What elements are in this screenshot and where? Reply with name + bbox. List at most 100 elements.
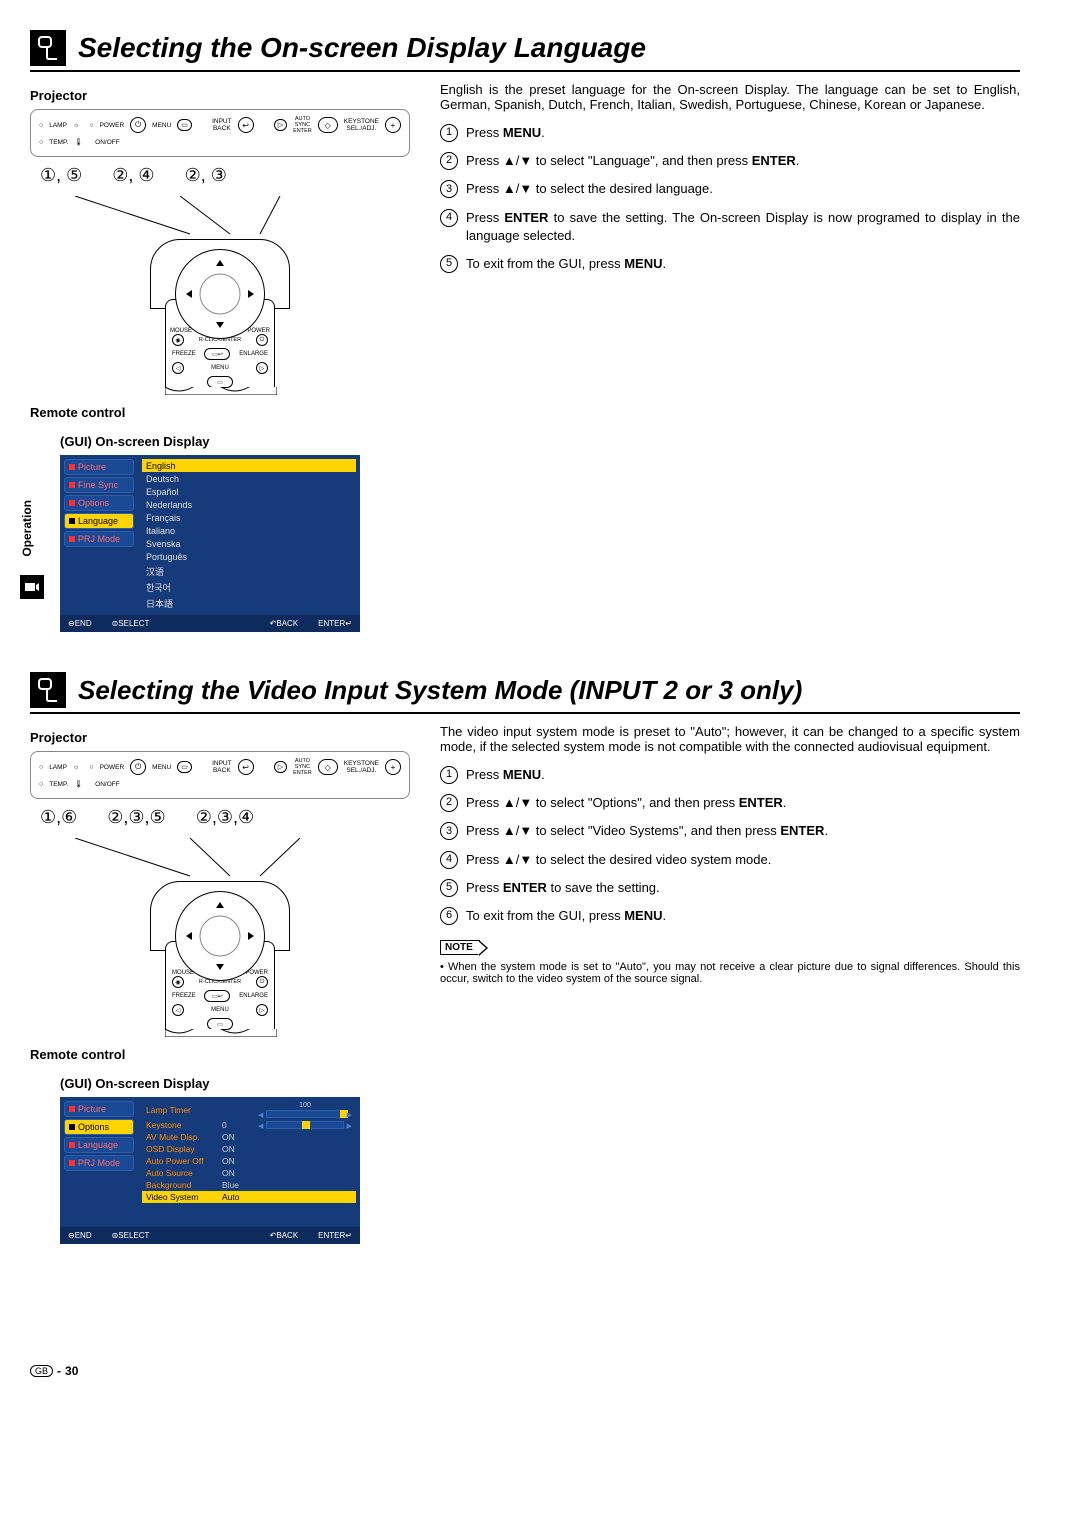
gui-option-row: Keystone0◀▶	[142, 1119, 356, 1131]
step-item: 4 Press ▲/▼ to select the desired video s…	[440, 851, 1020, 869]
gui-option-row: OSD DisplayON	[142, 1143, 356, 1155]
gui-language-item: Italiano	[142, 524, 356, 537]
step-item: 3Press ▲/▼ to select "Video Systems", an…	[440, 822, 1020, 840]
gui-language-item: Svenska	[142, 537, 356, 550]
side-tab-operation: Operation	[20, 500, 34, 557]
torn-edge-icon	[165, 387, 277, 395]
step-text: Press ▲/▼ to select the desired video sy…	[466, 851, 1020, 869]
projector-illustration: ○LAMP☼ ○POWER ⏻ MENU ▭ INPUTBACK ↩ ▷ AUT…	[30, 109, 410, 157]
right-icon: ▷	[256, 362, 268, 374]
gui-option-row: AV Mute Disp.ON	[142, 1131, 356, 1143]
gui-tab: Fine Sync	[64, 477, 134, 493]
remote-illustration: MOUSE POWER ◉R-CLICK/ENTER⏻ FREEZE▭↩ENLA…	[120, 881, 320, 1041]
step-item: 2Press ▲/▼ to select "Options", and then…	[440, 794, 1020, 812]
step-number: 6	[440, 907, 458, 925]
gui-label: (GUI) On-screen Display	[60, 434, 410, 449]
step-number: 3	[440, 822, 458, 840]
gui-select: ⊜SELECT	[112, 619, 150, 628]
remote-label: Remote control	[30, 1047, 410, 1062]
intro-text: The video input system mode is preset to…	[440, 724, 1020, 754]
intro-text: English is the preset language for the O…	[440, 82, 1020, 112]
step-number: 5	[440, 879, 458, 897]
note-item: When the system mode is set to "Auto", y…	[440, 961, 1020, 985]
gui-tab: Picture	[64, 459, 134, 475]
step-number: 2	[440, 152, 458, 170]
step-text: Press ▲/▼ to select the desired language…	[466, 180, 1020, 198]
projector-illustration: ○LAMP☼ ○POWER ⏻ MENU ▭ INPUTBACK ↩ ▷ AUT…	[30, 751, 410, 799]
gui-language-item: 한국어	[142, 579, 356, 595]
menu-button-icon: ▭	[177, 119, 192, 131]
gui-option-row: Auto Power OffON	[142, 1155, 356, 1167]
step-item: 6 To exit from the GUI, press MENU.	[440, 907, 1020, 925]
remote-title-icon	[30, 672, 66, 708]
gui-language-item: Español	[142, 485, 356, 498]
step-text: To exit from the GUI, press MENU.	[466, 255, 1020, 273]
section-language: Selecting the On-screen Display Language…	[30, 30, 1020, 632]
step-number: 3	[440, 180, 458, 198]
gui-tab: Language	[64, 1137, 134, 1153]
left-icon: ◁	[172, 362, 184, 374]
gui-tab: Picture	[64, 1101, 134, 1117]
gui-sidebar: PictureFine SyncOptionsLanguagePRJ Mode	[60, 455, 138, 615]
steps-list: 1 Press MENU. 2 Press ▲/▼ to select "Langua…	[440, 124, 1020, 273]
gui-language-item: 汉语	[142, 563, 356, 579]
note-list: When the system mode is set to "Auto", y…	[440, 961, 1020, 985]
gui-end: ⊖END	[68, 1231, 92, 1240]
step-text: Press ENTER to save the setting. The On-…	[466, 209, 1020, 245]
plus-button-icon: +	[385, 117, 401, 133]
gui-end: ⊖END	[68, 619, 92, 628]
step-item: 1Press MENU.	[440, 766, 1020, 784]
page-number: 30	[65, 1364, 78, 1378]
freeze-back-button-icon: ▭↩	[204, 348, 230, 360]
step-number: 4	[440, 851, 458, 869]
gui-enter: ENTER↵	[318, 1231, 352, 1240]
step-item: 1 Press MENU.	[440, 124, 1020, 142]
gui-language-item: English	[142, 459, 356, 472]
pointer-lines-icon	[30, 838, 410, 878]
gui-back: ↶BACK	[270, 619, 299, 628]
step-item: 4Press ENTER to save the setting. The On…	[440, 209, 1020, 245]
seladj-button-icon: ◇	[318, 117, 338, 133]
projector-label: Projector	[30, 88, 410, 103]
title-row: Selecting the Video Input System Mode (I…	[30, 672, 1020, 714]
gui-screenshot-options: PictureOptionsLanguagePRJ Mode Lamp Time…	[60, 1097, 360, 1244]
onoff-button-icon: ⏻	[130, 117, 146, 133]
gui-option-row: Video SystemAuto	[142, 1191, 356, 1203]
step-item: 5 To exit from the GUI, press MENU.	[440, 255, 1020, 273]
gui-enter: ENTER↵	[318, 619, 352, 628]
gui-select: ⊜SELECT	[112, 1231, 150, 1240]
section-title: Selecting the On-screen Display Language	[78, 32, 646, 64]
projector-label: Projector	[30, 730, 410, 745]
remote-illustration: MOUSE POWER ◉R-CLICK/ENTER⏻ FREEZE▭↩ENLA…	[120, 239, 320, 399]
gui-tab: Options	[64, 495, 134, 511]
step-number: 1	[440, 766, 458, 784]
gui-language-item: Français	[142, 511, 356, 524]
gb-pill: GB	[30, 1365, 53, 1377]
step-text: To exit from the GUI, press MENU.	[466, 907, 1020, 925]
gui-tab: PRJ Mode	[64, 531, 134, 547]
autosync-button-icon: ▷	[274, 119, 287, 131]
input-button-icon: ↩	[238, 117, 254, 133]
steps-list: 1Press MENU. 2Press ▲/▼ to select "Option…	[440, 766, 1020, 925]
section-title: Selecting the Video Input System Mode (I…	[78, 675, 802, 706]
step-number: 5	[440, 255, 458, 273]
gui-language-list: EnglishDeutschEspañolNederlandsFrançaisI…	[138, 455, 360, 615]
step-text: Press ▲/▼ to select "Options", and then …	[466, 794, 1020, 812]
step-number: 1	[440, 124, 458, 142]
gui-back: ↶BACK	[270, 1231, 299, 1240]
gui-sidebar: PictureOptionsLanguagePRJ Mode	[60, 1097, 138, 1227]
step-text: Press MENU.	[466, 124, 1020, 142]
gui-footer: ⊖END ⊜SELECT ↶BACK ENTER↵	[60, 1227, 360, 1244]
pointer-lines-icon	[30, 196, 410, 236]
gui-language-item: Deutsch	[142, 472, 356, 485]
gui-tab: Options	[64, 1119, 134, 1135]
gui-option-row: Auto SourceON	[142, 1167, 356, 1179]
gui-option-row: Lamp Timer100◀▶	[142, 1101, 356, 1119]
page-footer: GB -30	[30, 1364, 1020, 1378]
step-text: Press ▲/▼ to select "Language", and then…	[466, 152, 1020, 170]
gui-language-item: Português	[142, 550, 356, 563]
step-item: 5Press ENTER to save the setting.	[440, 879, 1020, 897]
step-item: 3 Press ▲/▼ to select the desired languag…	[440, 180, 1020, 198]
step-pointer-refs: ①, ⑤ ②, ④ ②, ③	[40, 165, 410, 186]
remote-title-icon	[30, 30, 66, 66]
